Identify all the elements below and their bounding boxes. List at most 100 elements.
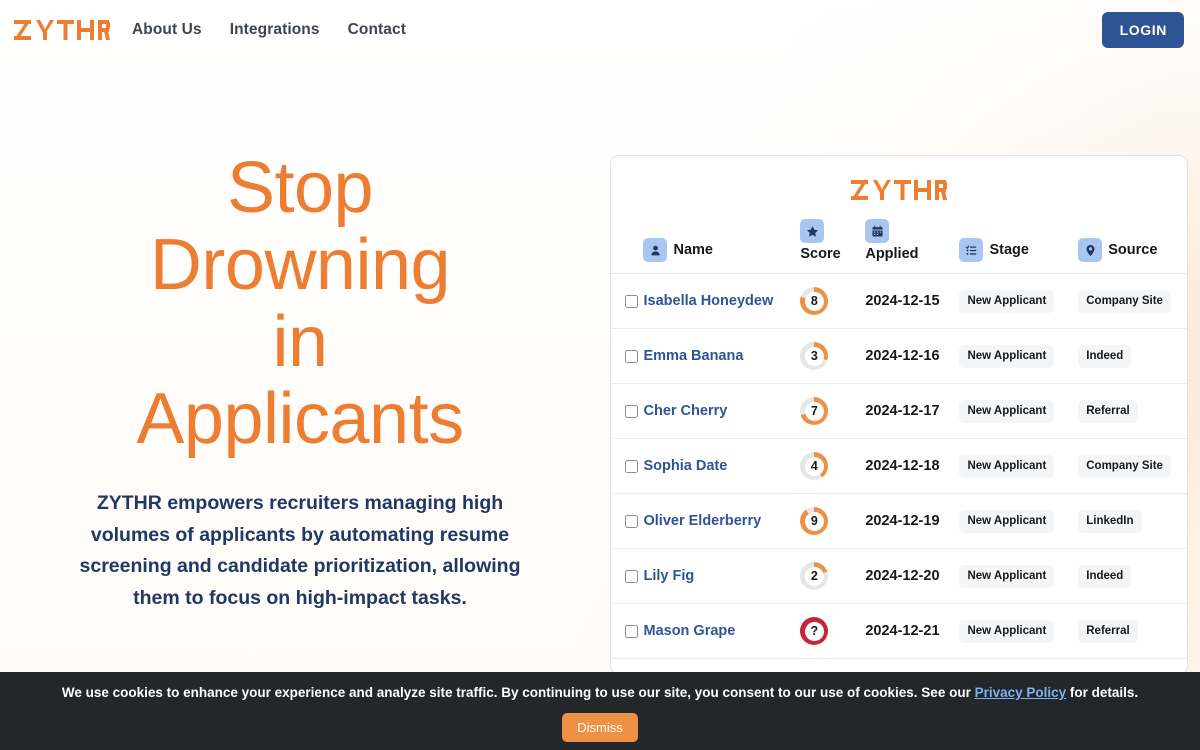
source-cell: Referral — [1078, 383, 1187, 439]
score-value: 4 — [810, 458, 818, 473]
row-checkbox[interactable] — [625, 624, 638, 638]
top-navigation-bar: About Us Integrations Contact LOGIN — [0, 0, 1200, 60]
table-row: Sophia Date 4 2024-12-18 New Applicant Compa… — [611, 438, 1187, 494]
column-header-applied-label: Applied — [865, 246, 919, 262]
score-ring: 3 — [800, 342, 829, 370]
column-header-source[interactable]: Source — [1078, 219, 1187, 274]
score-cell: ? — [800, 603, 866, 659]
cookie-text-before: We use cookies to enhance your experienc… — [61, 685, 975, 700]
candidate-name-link[interactable]: Cher Cherry — [643, 402, 727, 421]
login-button[interactable]: LOGIN — [1101, 12, 1184, 48]
hero-subtitle: ZYTHR empowers recruiters managing high … — [79, 492, 521, 609]
table-body: Isabella Honeydew 8 2024-12-15 New Applican… — [611, 273, 1187, 659]
source-badge: LinkedIn — [1078, 509, 1142, 533]
source-cell: Indeed — [1078, 548, 1187, 604]
candidate-name-cell: Oliver Elderberry — [643, 493, 801, 549]
applied-date-cell: 2024-12-20 — [865, 548, 960, 604]
nav-link-about-us[interactable]: About Us — [132, 21, 202, 39]
stage-cell: New Applicant — [959, 493, 1079, 549]
table-header-row: Name Score Applied Stage Source — [611, 219, 1187, 274]
list-icon — [959, 238, 984, 262]
source-badge: Referral — [1078, 619, 1138, 643]
nav-link-integrations[interactable]: Integrations — [230, 21, 320, 39]
row-checkbox[interactable] — [625, 569, 638, 583]
stage-badge: New Applicant — [959, 564, 1055, 588]
row-checkbox[interactable] — [625, 349, 638, 363]
row-checkbox[interactable] — [625, 459, 638, 473]
privacy-policy-link[interactable]: Privacy Policy — [975, 685, 1067, 700]
row-checkbox[interactable] — [625, 404, 638, 418]
nav-link-contact[interactable]: Contact — [348, 21, 406, 39]
table-row: Emma Banana 3 2024-12-16 New Applicant Indee… — [611, 328, 1187, 384]
row-select-cell — [611, 493, 644, 549]
stage-cell: New Applicant — [959, 383, 1079, 439]
calendar-icon — [865, 219, 890, 243]
candidate-name-link[interactable]: Lily Fig — [643, 567, 694, 586]
score-value: 3 — [810, 348, 818, 363]
candidate-name-cell: Mason Grape — [643, 603, 801, 659]
applied-date: 2024-12-19 — [865, 512, 940, 529]
column-header-score[interactable]: Score — [800, 219, 866, 274]
column-header-source-label: Source — [1108, 242, 1158, 258]
candidate-name-link[interactable]: Emma Banana — [643, 347, 743, 366]
applied-date-cell: 2024-12-18 — [865, 438, 960, 494]
applied-date: 2024-12-16 — [865, 347, 940, 364]
applied-date-cell: 2024-12-15 — [865, 273, 960, 329]
hero-title-line-1: Stop — [226, 148, 374, 228]
column-header-stage-label: Stage — [989, 242, 1029, 258]
source-cell: Referral — [1078, 603, 1187, 659]
hero-section: Stop Drowning in Applicants ZYTHR empowe… — [0, 150, 600, 614]
hero-title-line-3: in — [272, 302, 328, 382]
stage-badge: New Applicant — [959, 619, 1055, 643]
map-pin-icon — [1078, 238, 1103, 262]
candidate-name-link[interactable]: Sophia Date — [643, 457, 727, 476]
row-select-cell — [611, 273, 644, 329]
score-value: 7 — [810, 403, 818, 418]
cookie-text-after: for details. — [1066, 685, 1139, 700]
score-cell: 3 — [800, 328, 866, 384]
score-value: ? — [810, 623, 819, 638]
score-ring: ? — [800, 617, 829, 645]
column-header-applied[interactable]: Applied — [865, 219, 960, 274]
applied-date-cell: 2024-12-16 — [865, 328, 960, 384]
hero-title-line-4: Applicants — [136, 379, 464, 459]
candidate-name-link[interactable]: Oliver Elderberry — [643, 512, 761, 531]
source-cell: Company Site — [1078, 273, 1187, 329]
nav-links: About Us Integrations Contact — [132, 21, 406, 39]
source-badge: Indeed — [1078, 344, 1132, 368]
column-header-stage[interactable]: Stage — [959, 219, 1079, 274]
row-checkbox[interactable] — [625, 294, 638, 308]
applied-date: 2024-12-15 — [865, 292, 940, 309]
zythr-logo-mark — [14, 20, 110, 40]
row-checkbox[interactable] — [625, 514, 638, 528]
table-row: Isabella Honeydew 8 2024-12-15 New Applican… — [611, 273, 1187, 329]
table-row: Lily Fig 2 2024-12-20 New Applicant Indeed — [611, 548, 1187, 604]
applicants-card: Name Score Applied Stage Source Isabella… — [610, 155, 1188, 675]
applied-date-cell: 2024-12-17 — [865, 383, 960, 439]
hero-title: Stop Drowning in Applicants — [40, 150, 560, 458]
table-row: Oliver Elderberry 9 2024-12-19 New Applican… — [611, 493, 1187, 549]
candidate-name-cell: Lily Fig — [643, 548, 801, 604]
zythr-logo-mark-card — [851, 180, 947, 200]
column-header-name[interactable]: Name — [643, 219, 801, 274]
dismiss-button[interactable]: Dismiss — [562, 713, 638, 742]
applied-date-cell: 2024-12-19 — [865, 493, 960, 549]
column-header-select — [611, 219, 644, 274]
card-zythr-logo — [611, 156, 1187, 219]
score-ring: 2 — [800, 562, 829, 590]
column-header-score-label: Score — [800, 246, 841, 262]
candidate-name-link[interactable]: Isabella Honeydew — [643, 292, 773, 311]
stage-badge: New Applicant — [959, 344, 1055, 368]
score-cell: 8 — [800, 273, 866, 329]
candidate-name-link[interactable]: Mason Grape — [643, 622, 735, 641]
score-value: 8 — [810, 293, 818, 308]
source-badge: Company Site — [1078, 454, 1171, 478]
cookie-text: We use cookies to enhance your experienc… — [62, 684, 1138, 702]
source-badge: Company Site — [1078, 289, 1171, 313]
score-cell: 4 — [800, 438, 866, 494]
stage-cell: New Applicant — [959, 328, 1079, 384]
person-icon — [643, 238, 668, 262]
candidate-name-cell: Cher Cherry — [643, 383, 801, 439]
applied-date: 2024-12-18 — [865, 457, 940, 474]
zythr-logo[interactable] — [14, 17, 110, 43]
